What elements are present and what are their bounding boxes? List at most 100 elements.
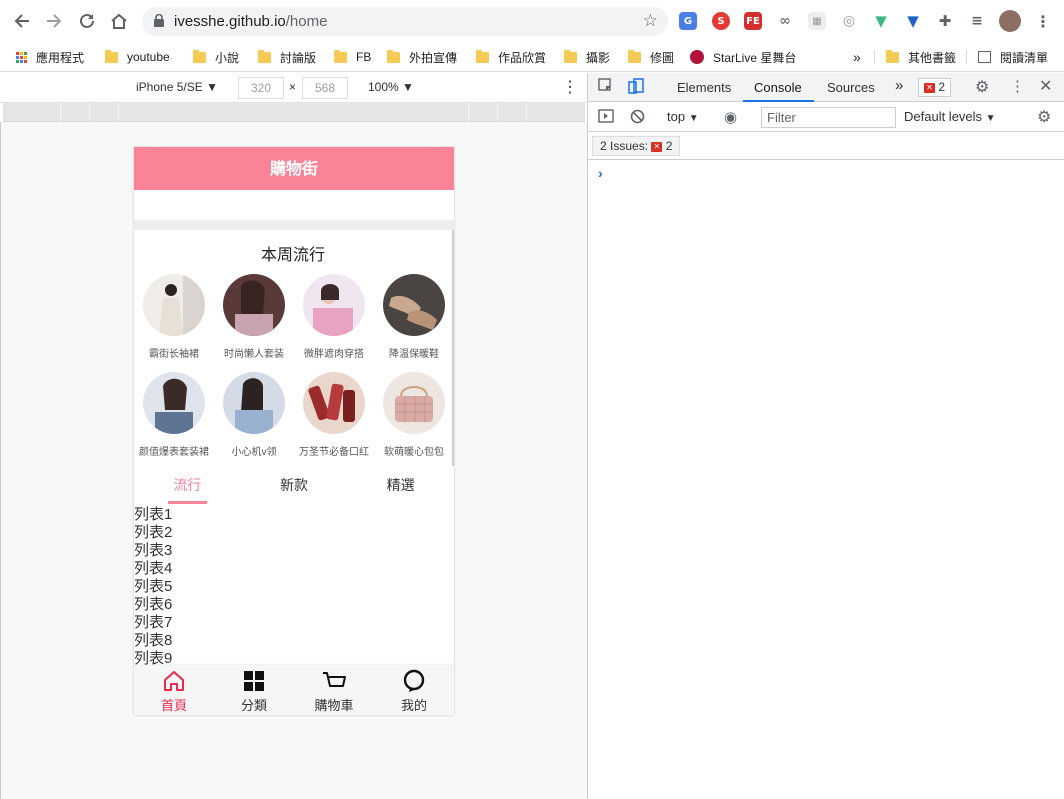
recommend-item[interactable]: 降温保暖鞋 [374, 274, 454, 372]
tabbar-label: 我的 [400, 699, 427, 714]
forward-button[interactable] [41, 8, 67, 34]
bookmark-fb[interactable]: FB [334, 48, 371, 66]
v-extension-icon[interactable]: ▼ [904, 12, 922, 30]
tab-popular[interactable]: 流行 [134, 466, 241, 506]
list-item: 列表7 [134, 614, 173, 631]
recommend-item[interactable]: 微胖遮肉穿搭 [294, 274, 374, 372]
recommend-item[interactable]: 时尚懒人套装 [214, 274, 294, 372]
issues-button[interactable]: 2 Issues: ✕ 2 [592, 136, 681, 156]
live-expression-eye-icon[interactable]: ◉ [724, 108, 737, 126]
extensions-puzzle-icon[interactable]: ✚ [936, 12, 954, 30]
bookmark-starlive[interactable]: StarLive 星舞台 [690, 48, 796, 66]
console-prompt[interactable]: › [598, 165, 603, 181]
console-filter-input[interactable]: Filter [761, 107, 896, 128]
address-bar[interactable]: ivesshe.github.io/home ☆ [142, 7, 668, 36]
tab-selected[interactable]: 精選 [347, 466, 454, 506]
banner-swiper[interactable] [134, 190, 454, 220]
console-toolbar: top ▼ ◉ Filter Default levels ▼ ⚙ [588, 102, 1064, 132]
other-bookmarks[interactable]: 其他書籤 [886, 48, 956, 66]
zoom-select[interactable]: 100% ▼ [368, 80, 414, 94]
s-extension-icon[interactable]: S [712, 12, 730, 30]
bookmark-retouch[interactable]: 修圖 [628, 48, 674, 66]
error-counter[interactable]: ✕ 2 [918, 78, 952, 97]
tab-new[interactable]: 新款 [241, 466, 348, 506]
devtools-menu-icon[interactable]: ⋮ [1010, 77, 1025, 95]
bookmark-apps[interactable]: 應用程式 [16, 48, 84, 66]
settings-gear-icon[interactable]: ⚙ [975, 77, 989, 97]
close-icon[interactable]: ✕ [1039, 76, 1052, 96]
sidebar-toggle-icon[interactable] [598, 109, 614, 126]
grid-extension-icon[interactable]: ▦ [808, 12, 826, 30]
back-button[interactable] [9, 8, 35, 34]
recommend-item[interactable]: 颜值爆表套装裙 [134, 372, 214, 470]
list-item: 列表1 [134, 506, 173, 523]
bookmark-works[interactable]: 作品欣賞 [476, 48, 546, 66]
vue-extension-icon[interactable]: ▼ [872, 12, 890, 30]
folder-icon [886, 49, 899, 63]
bookmark-separator [966, 50, 967, 64]
height-input[interactable]: 568 [302, 77, 348, 99]
reading-list[interactable]: 閱讀清單 [978, 48, 1048, 66]
timer-extension-icon[interactable]: ◎ [840, 12, 858, 30]
more-tabs-button[interactable]: » [895, 77, 903, 94]
browser-toolbar: ivesshe.github.io/home ☆ G S FE ∞ ▦ ◎ ▼ … [0, 0, 1064, 42]
list-item: 列表5 [134, 578, 173, 595]
reload-icon [80, 13, 94, 28]
recommend-item[interactable]: 霸街长袖裙 [134, 274, 214, 372]
tabbar-profile[interactable]: 我的 [374, 665, 454, 715]
bookmark-forum[interactable]: 討論版 [258, 48, 316, 66]
context-select[interactable]: top ▼ [667, 109, 699, 124]
dropdown-arrow-icon: ▼ [206, 80, 218, 94]
tabbar-home[interactable]: 首頁 [134, 665, 214, 715]
ruler-tick [60, 103, 61, 122]
ruler-tick [526, 103, 527, 122]
tabbar-category[interactable]: 分類 [214, 665, 294, 715]
folder-icon [476, 49, 489, 63]
bookmark-outdoor-promo[interactable]: 外拍宣傳 [387, 48, 457, 66]
error-icon: ✕ [651, 141, 663, 152]
tabbar-label: 首頁 [160, 699, 187, 714]
width-input[interactable]: 320 [238, 77, 284, 99]
tab-elements[interactable]: Elements [677, 80, 731, 95]
media-query-ruler[interactable] [3, 103, 585, 122]
folder-icon [334, 49, 347, 63]
bookmark-photography[interactable]: 攝影 [564, 48, 610, 66]
inspect-element-icon[interactable] [598, 78, 614, 97]
chrome-menu-icon[interactable]: ⋮ [1034, 12, 1052, 31]
translate-extension-icon[interactable]: G [679, 12, 697, 30]
tabbar-cart[interactable]: 購物車 [294, 665, 374, 715]
bookmark-novel[interactable]: 小說 [193, 48, 239, 66]
reload-button[interactable] [74, 8, 100, 34]
bookmark-star-icon[interactable]: ☆ [643, 11, 658, 31]
device-toggle-icon[interactable] [628, 78, 644, 97]
avatar[interactable] [999, 10, 1021, 32]
recommend-item[interactable]: 软萌暖心包包 [374, 372, 454, 470]
recommend-label: 软萌暖心包包 [384, 447, 444, 458]
tab-sources[interactable]: Sources [827, 80, 875, 95]
home-button[interactable] [106, 8, 132, 34]
error-icon: ✕ [924, 82, 935, 93]
tab-console[interactable]: Console [754, 80, 802, 95]
product-image [223, 372, 285, 434]
recommend-item[interactable]: 万圣节必备口红 [294, 372, 374, 470]
log-levels-select[interactable]: Default levels ▼ [904, 109, 996, 124]
bookmarks-overflow-button[interactable]: » [853, 48, 861, 66]
clear-console-icon[interactable] [630, 109, 645, 127]
folder-icon [628, 49, 641, 63]
link-extension-icon[interactable]: ∞ [776, 12, 794, 30]
recommend-item[interactable]: 小心机v领 [214, 372, 294, 470]
reading-list-icon [978, 51, 991, 63]
media-control-icon[interactable]: ≡ [968, 12, 986, 30]
product-image [143, 274, 205, 336]
fe-extension-icon[interactable]: FE [744, 12, 762, 30]
bookmark-youtube[interactable]: youtube [105, 48, 170, 66]
recommend-label: 霸街长袖裙 [149, 349, 199, 360]
back-arrow-icon [14, 14, 29, 28]
console-settings-gear-icon[interactable]: ⚙ [1037, 107, 1051, 127]
bookmark-separator [874, 50, 875, 64]
nav-bar-title: 購物街 [134, 147, 454, 190]
category-icon [244, 671, 264, 691]
device-more-icon[interactable]: ⋮ [562, 77, 578, 97]
issues-bar: 2 Issues: ✕ 2 [588, 132, 1064, 160]
device-select[interactable]: iPhone 5/SE ▼ [136, 80, 218, 94]
